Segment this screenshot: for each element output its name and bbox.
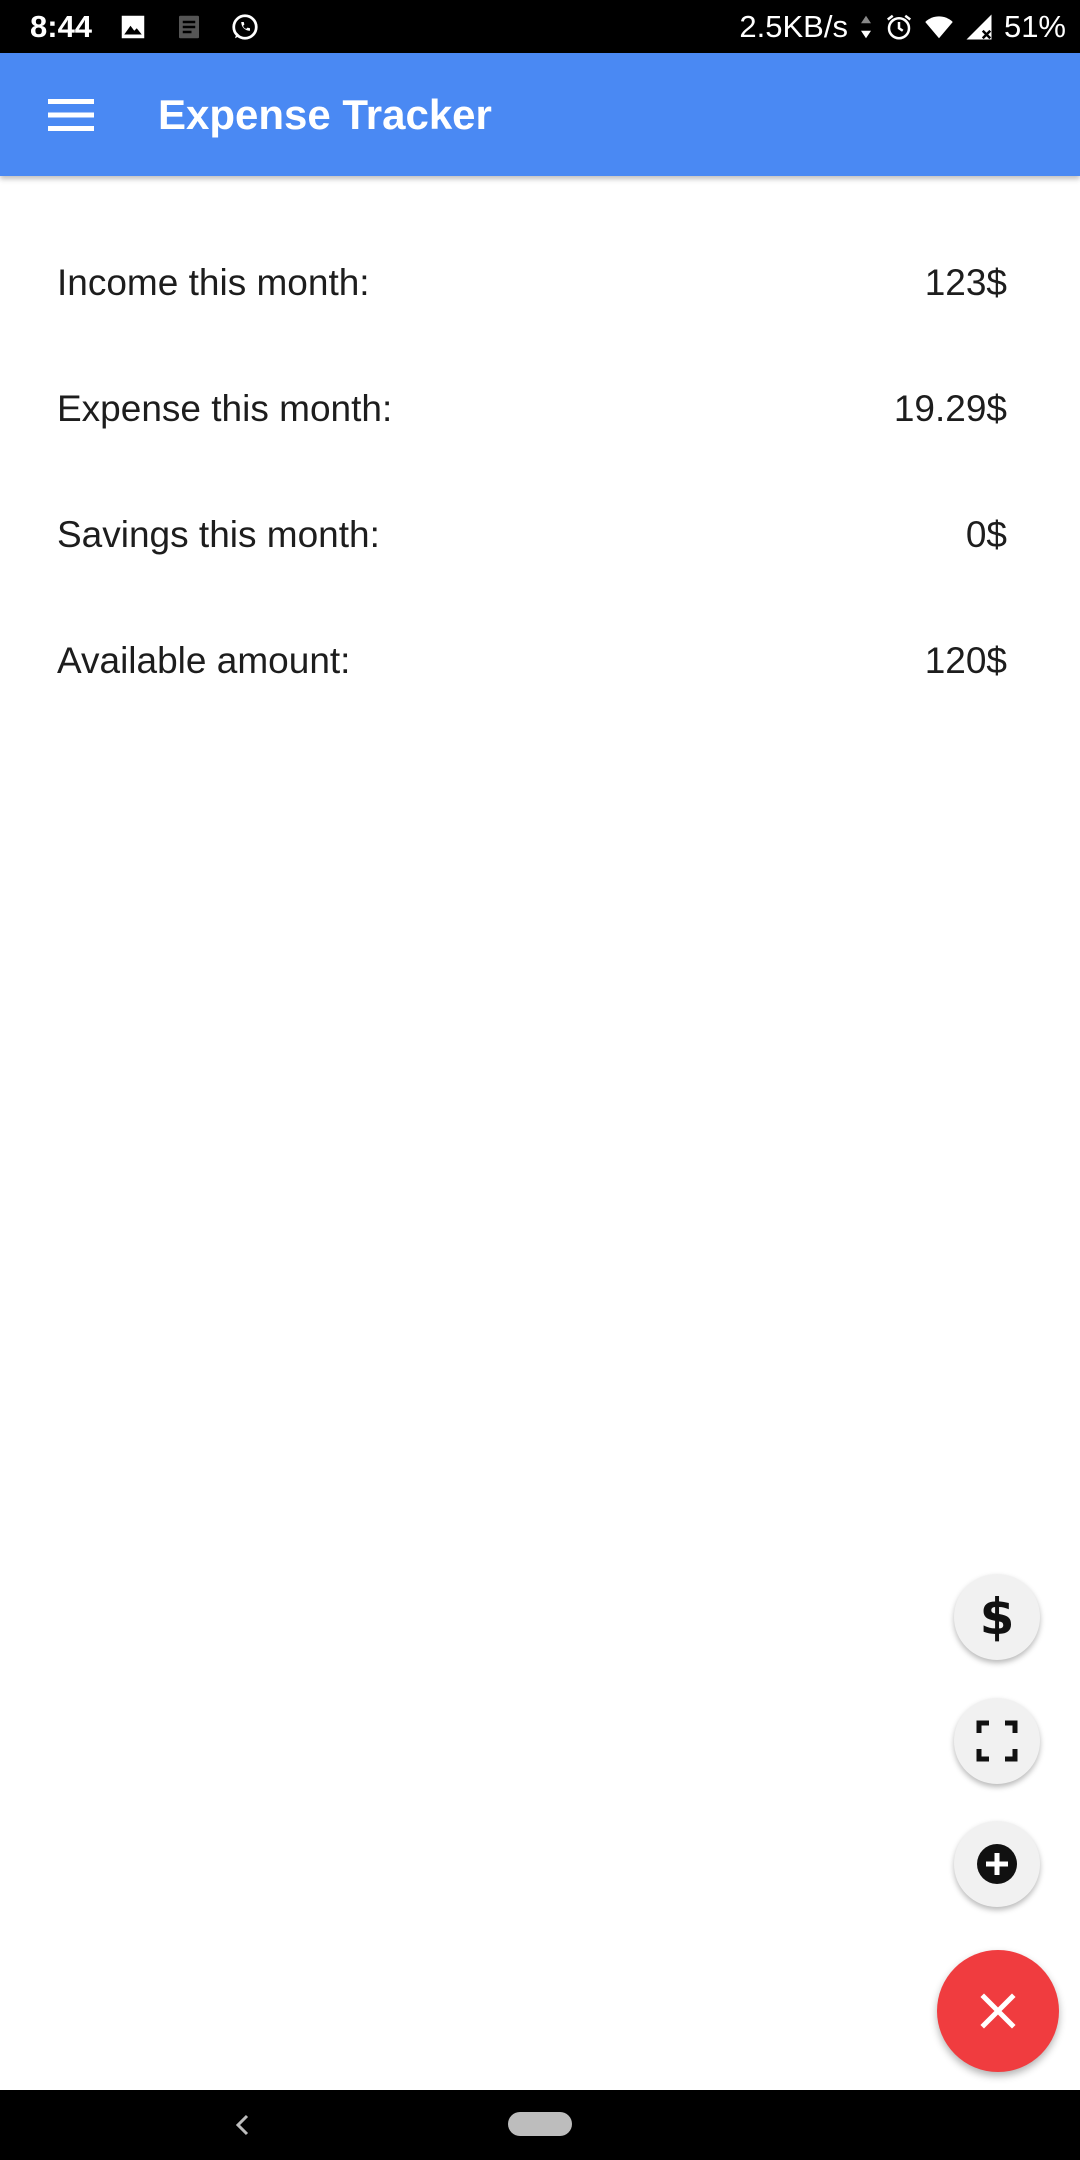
status-bar: 8:44 2.5KB/s 51% xyxy=(0,0,1080,53)
income-value: 123$ xyxy=(924,262,1007,303)
status-time: 8:44 xyxy=(30,8,93,44)
hamburger-menu-icon xyxy=(48,98,94,131)
app-bar: Expense Tracker xyxy=(0,53,1080,176)
expense-value: 19.29$ xyxy=(893,388,1007,429)
network-speed: 2.5KB/s xyxy=(739,8,848,44)
wifi-icon xyxy=(924,12,954,42)
system-nav-bar xyxy=(0,2090,1080,2160)
close-fab-menu-button[interactable] xyxy=(937,1950,1059,2072)
summary-row-available: Available amount: 120$ xyxy=(57,598,1007,724)
battery-level: 51% xyxy=(1003,8,1066,44)
savings-label: Savings this month: xyxy=(57,514,380,555)
status-left: 8:44 xyxy=(30,9,739,45)
home-pill-icon[interactable] xyxy=(508,2112,572,2136)
available-label: Available amount: xyxy=(57,640,351,681)
savings-value: 0$ xyxy=(965,514,1007,555)
scan-frame-icon xyxy=(976,1720,1018,1762)
add-circle-icon xyxy=(977,1844,1017,1884)
status-right: 2.5KB/s 51% xyxy=(739,9,1066,45)
app-title: Expense Tracker xyxy=(158,90,492,138)
data-arrows-icon xyxy=(858,12,874,42)
summary-row-income: Income this month: 123$ xyxy=(57,220,1007,346)
close-icon xyxy=(980,1993,1016,2029)
monthly-summary: Income this month: 123$ Expense this mon… xyxy=(57,220,1007,724)
back-icon[interactable] xyxy=(228,2110,258,2140)
notes-icon xyxy=(174,12,204,42)
alarm-icon xyxy=(884,12,914,42)
signal-icon xyxy=(964,12,994,42)
menu-button[interactable] xyxy=(36,80,106,150)
whatsapp-icon xyxy=(230,12,260,42)
expense-label: Expense this month: xyxy=(57,388,393,429)
income-label: Income this month: xyxy=(57,262,370,303)
add-expense-fab[interactable] xyxy=(954,1821,1040,1907)
summary-row-savings: Savings this month: 0$ xyxy=(57,472,1007,598)
image-icon xyxy=(118,12,148,42)
summary-row-expense: Expense this month: 19.29$ xyxy=(57,346,1007,472)
add-income-fab[interactable]: $ xyxy=(954,1574,1040,1660)
dollar-icon: $ xyxy=(979,1588,1015,1646)
scan-receipt-fab[interactable] xyxy=(954,1698,1040,1784)
available-value: 120$ xyxy=(924,640,1007,681)
screen: 8:44 2.5KB/s 51% Expense Tracker Income … xyxy=(0,0,1080,2160)
